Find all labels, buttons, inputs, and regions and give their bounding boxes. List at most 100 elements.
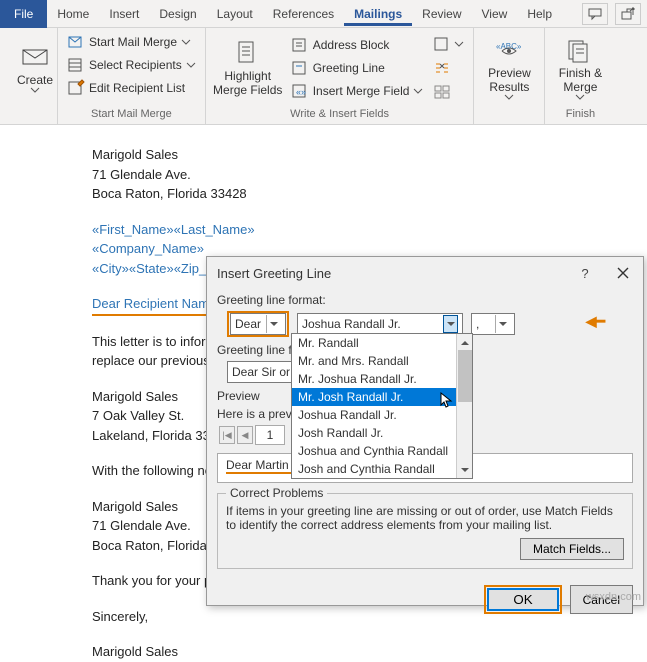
tab-review[interactable]: Review	[412, 2, 471, 26]
dropdown-item[interactable]: Mr. Joshua Randall Jr.	[292, 370, 472, 388]
chevron-down-icon	[414, 89, 422, 94]
chevron-down-icon	[187, 63, 195, 68]
recipient-placeholder: Dear Recipient Name,	[92, 294, 220, 316]
dropdown-item[interactable]: Joshua and Cynthia Randall	[292, 442, 472, 460]
greeting-icon	[292, 60, 308, 76]
group-title: Finish	[551, 106, 609, 122]
cmd-label: Insert Merge Field	[313, 84, 410, 98]
file-tab[interactable]: File	[0, 0, 47, 28]
match-fields-button[interactable]	[430, 59, 467, 77]
first-record-button[interactable]: |◀	[219, 426, 235, 444]
update-labels-button[interactable]	[430, 83, 467, 101]
tab-view[interactable]: View	[472, 2, 518, 26]
chevron-down-icon	[505, 95, 513, 100]
ribbon: Create Start Mail Merge Select Recipient…	[0, 28, 647, 125]
merge-field-state: «State»	[129, 261, 174, 276]
chevron-down-icon	[182, 40, 190, 45]
scrollbar[interactable]	[456, 334, 472, 478]
dropdown-item[interactable]: Josh and Cynthia Randall	[292, 460, 472, 478]
chevron-down-icon	[495, 315, 510, 333]
address-block-button[interactable]: Address Block	[288, 35, 427, 55]
cmd-label: Greeting Line	[313, 61, 385, 75]
group-title: Write & Insert Fields	[212, 106, 468, 122]
scroll-up-icon[interactable]	[457, 334, 472, 350]
finish-merge-button[interactable]: Finish & Merge	[551, 32, 609, 104]
sender-line: Marigold Sales	[92, 145, 647, 165]
scroll-down-icon[interactable]	[457, 462, 472, 478]
editlist-icon	[68, 80, 84, 96]
address-icon	[292, 37, 308, 53]
tab-references[interactable]: References	[263, 2, 344, 26]
preview-results-button[interactable]: «ABC» Preview Results	[480, 32, 538, 104]
insertfield-icon: «»	[292, 83, 308, 99]
group-preview: «ABC» Preview Results	[474, 28, 545, 124]
chevron-down-icon	[443, 315, 458, 333]
insert-merge-field-button[interactable]: «» Insert Merge Field	[288, 81, 427, 101]
recipients-icon	[68, 57, 84, 73]
dialog-title: Insert Greeting Line	[217, 266, 331, 281]
chevron-down-icon	[455, 42, 463, 47]
preview-icon: «ABC»	[495, 36, 523, 64]
scroll-thumb[interactable]	[458, 350, 472, 402]
group-legend: Correct Problems	[226, 486, 327, 500]
merge-field-city: «City»	[92, 261, 129, 276]
sel-value: ,	[476, 317, 479, 331]
group-title: Start Mail Merge	[64, 106, 199, 122]
salutation-select[interactable]: Dear	[230, 313, 286, 335]
insert-greeting-line-dialog: Insert Greeting Line ? Greeting line for…	[206, 256, 644, 606]
merge-field-first-name: «First_Name»	[92, 222, 174, 237]
ok-button[interactable]: OK	[487, 588, 558, 611]
match-fields-button[interactable]: Match Fields...	[520, 538, 624, 560]
tab-bar: File Home Insert Design Layout Reference…	[0, 0, 647, 28]
comments-button[interactable]	[582, 3, 608, 25]
tab-home[interactable]: Home	[47, 2, 99, 26]
punctuation-select[interactable]: ,	[471, 313, 515, 335]
sel-value: Joshua Randall Jr.	[302, 317, 401, 331]
sel-value: Dear	[235, 317, 261, 331]
select-recipients-button[interactable]: Select Recipients	[64, 55, 199, 75]
tab-design[interactable]: Design	[149, 2, 206, 26]
record-number-input[interactable]: 1	[255, 425, 285, 445]
cmd-label: Select Recipients	[89, 58, 182, 72]
btn-label: Highlight Merge Fields	[212, 70, 284, 98]
finish-icon	[566, 36, 594, 64]
name-format-dropdown: Mr. RandallMr. and Mrs. RandallMr. Joshu…	[291, 333, 473, 479]
highlight-icon	[234, 39, 262, 67]
name-format-select[interactable]: Joshua Randall Jr.	[297, 313, 463, 335]
group-title	[480, 118, 538, 122]
help-button[interactable]: ?	[571, 263, 599, 283]
chevron-down-icon	[266, 315, 281, 333]
highlight-merge-fields-button[interactable]: Highlight Merge Fields	[212, 32, 284, 104]
prev-record-button[interactable]: ◀	[237, 426, 253, 444]
group-finish: Finish & Merge Finish	[545, 28, 615, 124]
dialog-titlebar: Insert Greeting Line ?	[207, 257, 643, 289]
dropdown-item[interactable]: Josh Randall Jr.	[292, 424, 472, 442]
greeting-line-button[interactable]: Greeting Line	[288, 58, 427, 78]
cmd-label: Start Mail Merge	[89, 35, 177, 49]
svg-text:«»: «»	[296, 87, 306, 97]
cmd-label: Address Block	[313, 38, 390, 52]
tab-help[interactable]: Help	[517, 2, 562, 26]
dropdown-item[interactable]: Mr. Randall	[292, 334, 472, 352]
tab-layout[interactable]: Layout	[207, 2, 263, 26]
close-button[interactable]	[609, 263, 637, 283]
envelope-icon	[21, 43, 49, 71]
chevron-down-icon	[31, 88, 39, 93]
share-button[interactable]	[615, 3, 641, 25]
group-write-insert: Highlight Merge Fields Address Block Gre…	[206, 28, 475, 124]
cursor-icon	[440, 392, 454, 410]
tab-insert[interactable]: Insert	[99, 2, 149, 26]
tab-mailings[interactable]: Mailings	[344, 2, 412, 26]
edit-recipient-list-button[interactable]: Edit Recipient List	[64, 78, 199, 98]
create-button[interactable]: Create	[6, 32, 64, 104]
start-mail-merge-button[interactable]: Start Mail Merge	[64, 32, 199, 52]
btn-label: Finish & Merge	[551, 67, 609, 95]
rules-button[interactable]	[430, 35, 467, 53]
title-buttons	[578, 3, 641, 25]
format-label: Greeting line format:	[217, 293, 633, 307]
cmd-label: Edit Recipient List	[89, 81, 185, 95]
merge-field-company: «Company_Name»	[92, 241, 204, 256]
dropdown-item[interactable]: Mr. and Mrs. Randall	[292, 352, 472, 370]
body-text: Marigold Sales	[92, 642, 647, 662]
create-label: Create	[17, 74, 53, 88]
